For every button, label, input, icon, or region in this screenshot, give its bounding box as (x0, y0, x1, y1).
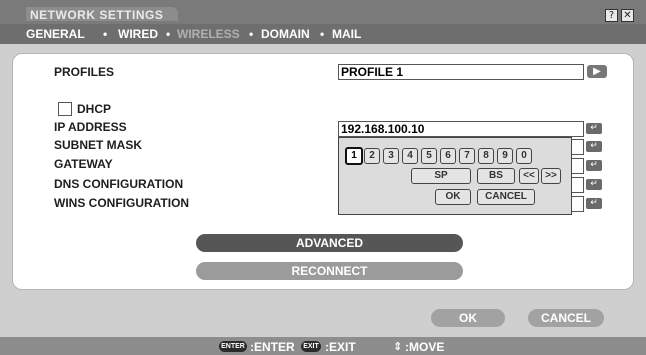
key-backspace[interactable]: BS (477, 168, 515, 184)
wins-enter-icon[interactable]: ↵ (586, 198, 602, 209)
gateway-enter-icon[interactable]: ↵ (586, 160, 602, 171)
key-digit[interactable]: 9 (497, 148, 513, 164)
network-settings-window: NETWORK SETTINGS ? ✕ GENERAL • WIRED • W… (0, 0, 646, 355)
reconnect-button[interactable]: RECONNECT (196, 262, 463, 280)
ok-button[interactable]: OK (431, 309, 505, 327)
tab-separator: • (166, 27, 171, 41)
tab-bar: GENERAL • WIRED • WIRELESS • DOMAIN • MA… (0, 24, 646, 44)
subnet-enter-icon[interactable]: ↵ (586, 141, 602, 152)
profiles-arrow-icon[interactable]: ▶ (587, 65, 607, 78)
key-digit[interactable]: 1 (345, 147, 363, 165)
footer-bar (0, 337, 646, 355)
close-button[interactable]: ✕ (621, 9, 634, 22)
tab-mail[interactable]: MAIL (332, 27, 361, 41)
subnet-mask-label: SUBNET MASK (54, 138, 143, 152)
dhcp-checkbox[interactable] (58, 102, 72, 116)
tab-general[interactable]: GENERAL (26, 27, 85, 41)
enter-hint: :ENTER (250, 340, 295, 354)
dns-configuration-label: DNS CONFIGURATION (54, 177, 184, 191)
keypad-ok-button[interactable]: OK (435, 189, 471, 205)
move-icon: ⇕ (393, 340, 403, 353)
cancel-button[interactable]: CANCEL (528, 309, 604, 327)
key-digit[interactable]: 7 (459, 148, 475, 164)
dhcp-label: DHCP (77, 102, 112, 116)
window-title: NETWORK SETTINGS (30, 8, 164, 22)
key-digit[interactable]: 5 (421, 148, 437, 164)
tab-separator: • (103, 27, 108, 41)
exit-hint: :EXIT (325, 340, 356, 354)
help-button[interactable]: ? (605, 9, 618, 22)
key-digit[interactable]: 4 (402, 148, 418, 164)
ip-enter-icon[interactable]: ↵ (586, 123, 602, 134)
tab-wireless: WIRELESS (177, 27, 240, 41)
ip-address-label: IP ADDRESS (54, 120, 127, 134)
move-hint: :MOVE (405, 340, 445, 354)
exit-key-icon: EXIT (301, 341, 321, 352)
profiles-label: PROFILES (54, 65, 115, 79)
gateway-label: GATEWAY (54, 157, 113, 171)
tab-wired[interactable]: WIRED (118, 27, 158, 41)
tab-separator: • (320, 27, 325, 41)
key-digit[interactable]: 6 (440, 148, 456, 164)
tab-domain[interactable]: DOMAIN (261, 27, 310, 41)
key-space[interactable]: SP (411, 168, 471, 184)
dns-enter-icon[interactable]: ↵ (586, 179, 602, 190)
enter-key-icon: ENTER (219, 341, 247, 352)
key-digit[interactable]: 8 (478, 148, 494, 164)
advanced-button[interactable]: ADVANCED (196, 234, 463, 252)
key-left[interactable]: << (519, 168, 539, 184)
key-digit[interactable]: 2 (364, 148, 380, 164)
profiles-select[interactable]: PROFILE 1 (338, 64, 584, 80)
key-digit[interactable]: 3 (383, 148, 399, 164)
key-right[interactable]: >> (541, 168, 561, 184)
on-screen-keypad: 1 2 3 4 5 6 7 8 9 0 SP BS << >> OK CANCE… (338, 137, 572, 215)
tab-separator: • (249, 27, 254, 41)
key-digit[interactable]: 0 (516, 148, 532, 164)
ip-address-input[interactable]: 192.168.100.10 (338, 121, 584, 137)
keypad-cancel-button[interactable]: CANCEL (477, 189, 535, 205)
wins-configuration-label: WINS CONFIGURATION (54, 196, 190, 210)
